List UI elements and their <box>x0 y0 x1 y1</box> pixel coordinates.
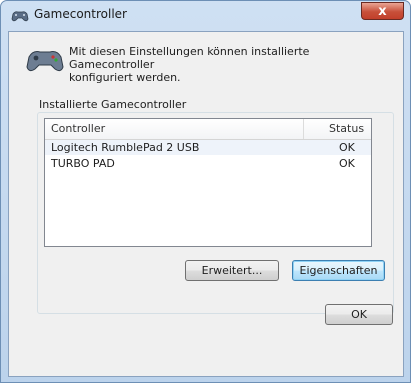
title-bar[interactable]: Gamecontroller x <box>1 1 410 31</box>
dialog-window: Gamecontroller x Mit diesen Einstellunge… <box>0 0 411 383</box>
description-line-1: Mit diesen Einstellungen können installi… <box>69 45 310 71</box>
column-divider[interactable] <box>303 119 304 139</box>
installed-controllers-label: Installierte Gamecontroller <box>39 98 187 111</box>
description-line-2: konfiguriert werden. <box>69 71 181 84</box>
properties-button[interactable]: Eigenschaften <box>292 260 385 281</box>
list-item[interactable]: TURBO PAD OK <box>45 156 371 171</box>
advanced-button[interactable]: Erweitert... <box>185 260 279 281</box>
list-header: Controller Status <box>45 119 371 140</box>
description-text: Mit diesen Einstellungen können installi… <box>69 45 389 84</box>
ok-button[interactable]: OK <box>325 304 393 325</box>
dialog-client-area: Mit diesen Einstellungen können installi… <box>8 31 404 377</box>
controller-name: Logitech RumblePad 2 USB <box>51 141 200 154</box>
controller-name: TURBO PAD <box>51 157 115 170</box>
gamepad-icon <box>11 9 29 23</box>
window-title: Gamecontroller <box>34 7 127 21</box>
column-header-status[interactable]: Status <box>329 119 364 139</box>
controller-list[interactable]: Controller Status Logitech RumblePad 2 U… <box>44 118 372 247</box>
controller-status: OK <box>339 157 355 170</box>
list-item[interactable]: Logitech RumblePad 2 USB OK <box>45 140 371 155</box>
gamepad-icon <box>25 45 65 75</box>
close-button[interactable]: x <box>361 2 404 20</box>
controller-status: OK <box>339 141 355 154</box>
column-header-controller[interactable]: Controller <box>51 119 105 139</box>
